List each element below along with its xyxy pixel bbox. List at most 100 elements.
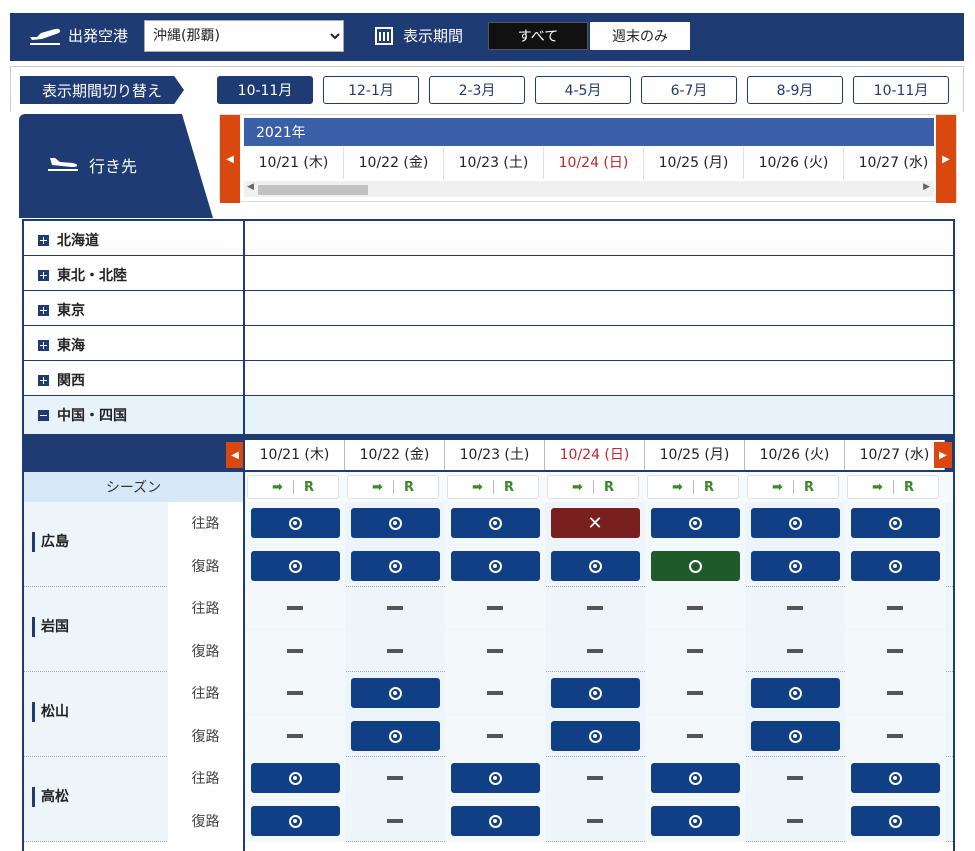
no-flight-dash-icon [587, 819, 603, 823]
seat-available-button[interactable] [350, 678, 440, 708]
seat-available-button[interactable] [850, 806, 940, 836]
period-button[interactable]: 4-5月 [535, 76, 631, 104]
region-row[interactable]: 関西 [24, 361, 953, 396]
airplane-takeoff-icon [30, 28, 60, 45]
toggle-all[interactable]: すべて [488, 22, 588, 50]
region-name: 東海 [57, 338, 85, 354]
season-r: R [903, 479, 914, 495]
period-button[interactable]: 12-1月 [323, 76, 419, 104]
region-row[interactable]: 東京 [24, 291, 953, 326]
seat-available-button[interactable] [750, 721, 840, 751]
region-name: 中国・四国 [57, 408, 127, 424]
double-circle-icon [588, 686, 602, 700]
period-button[interactable]: 10-11月 [853, 76, 949, 104]
year-label: 2021年 [244, 118, 934, 146]
no-flight-dash-icon [287, 691, 303, 695]
season-r: R [403, 479, 414, 495]
period-button[interactable]: 2-3月 [429, 76, 525, 104]
seat-available-button[interactable] [750, 508, 840, 538]
double-circle-icon [588, 559, 602, 573]
period-button[interactable]: 10-11月 [217, 76, 313, 104]
region-row[interactable]: 北海道 [24, 221, 953, 256]
seat-available-button[interactable] [450, 508, 540, 538]
availability-cell [345, 672, 445, 714]
no-flight-dash-icon [887, 649, 903, 653]
top-bar: 出発空港 沖縄(那覇) 表示期間 すべて 週末のみ [10, 13, 964, 61]
availability-cell [545, 630, 645, 672]
region-row-open[interactable]: 中国・四国 [24, 396, 953, 434]
seat-full-button[interactable]: ✕ [550, 508, 640, 538]
period-button[interactable]: 8-9月 [747, 76, 843, 104]
availability-cell [745, 545, 845, 587]
inner-scroll-right-icon[interactable]: ▶ [934, 442, 952, 468]
seat-available-button[interactable] [850, 508, 940, 538]
scroll-left-small-icon[interactable]: ◀ [247, 182, 254, 192]
inner-date: 10/23 (土) [445, 440, 545, 470]
period-button[interactable]: 6-7月 [641, 76, 737, 104]
seat-available-button[interactable] [650, 508, 740, 538]
header-date: 10/21 (木) [244, 147, 344, 179]
availability-cell [545, 672, 645, 714]
double-circle-icon [788, 686, 802, 700]
seat-available-button[interactable] [450, 763, 540, 793]
seat-available-button[interactable] [250, 551, 340, 581]
seat-available-button[interactable] [350, 551, 440, 581]
departure-select[interactable]: 沖縄(那覇) [144, 20, 344, 52]
season-divider [292, 480, 294, 494]
departure-label: 出発空港 [68, 27, 129, 45]
seat-available-button[interactable] [250, 508, 340, 538]
inner-date: 10/26 (火) [745, 440, 845, 470]
no-flight-dash-icon [787, 606, 803, 610]
cross-icon: ✕ [587, 512, 603, 534]
seat-available-button[interactable] [350, 721, 440, 751]
city-name: 高松 [32, 787, 69, 807]
no-flight-dash-icon [387, 649, 403, 653]
double-circle-icon [788, 729, 802, 743]
horizontal-scrollbar[interactable]: ◀ ▶ [244, 181, 934, 197]
availability-row [245, 800, 945, 842]
header-date: 10/27 (水) [844, 147, 944, 179]
season-cell: ➡ R [447, 475, 539, 499]
double-circle-icon [388, 559, 402, 573]
no-flight-dash-icon [487, 734, 503, 738]
availability-cell [545, 587, 645, 629]
toggle-weekend[interactable]: 週末のみ [590, 22, 690, 50]
no-flight-dash-icon [687, 649, 703, 653]
scroll-right-small-icon[interactable]: ▶ [923, 182, 930, 192]
availability-cell [345, 545, 445, 587]
seat-available-button[interactable] [550, 551, 640, 581]
double-circle-icon [488, 814, 502, 828]
availability-cell [645, 587, 745, 629]
arrow-right-icon: ➡ [872, 479, 883, 495]
city-block: 松山 往路 復路 [24, 672, 953, 757]
seat-available-button[interactable] [450, 551, 540, 581]
availability-cell [445, 672, 545, 714]
seat-available-button[interactable] [750, 678, 840, 708]
direction-label: 往路 [191, 686, 220, 702]
availability-cell [845, 630, 945, 672]
seat-available-button[interactable] [850, 551, 940, 581]
seat-available-button[interactable] [650, 763, 740, 793]
seat-available-button[interactable] [450, 806, 540, 836]
seat-available-button[interactable] [750, 551, 840, 581]
region-row[interactable]: 東海 [24, 326, 953, 361]
availability-cell [345, 502, 445, 544]
column-divider [243, 221, 245, 851]
scroll-right-icon[interactable]: ▶ [936, 115, 956, 203]
scroll-left-icon[interactable]: ◀ [220, 115, 240, 203]
seat-available-button[interactable] [550, 721, 640, 751]
inner-date: 10/25 (月) [645, 440, 745, 470]
expand-icon [38, 269, 49, 281]
inner-scroll-left-icon[interactable]: ◀ [226, 442, 244, 468]
seat-available-button[interactable] [250, 763, 340, 793]
seat-available-button[interactable] [850, 763, 940, 793]
season-r: R [803, 479, 814, 495]
seat-available-button[interactable] [550, 678, 640, 708]
seat-available-button[interactable] [350, 508, 440, 538]
seat-few-button[interactable] [650, 551, 740, 581]
seat-available-button[interactable] [250, 806, 340, 836]
region-row[interactable]: 東北・北陸 [24, 256, 953, 291]
scrollbar-thumb[interactable] [258, 185, 368, 195]
seat-available-button[interactable] [650, 806, 740, 836]
availability-cell [245, 545, 345, 587]
